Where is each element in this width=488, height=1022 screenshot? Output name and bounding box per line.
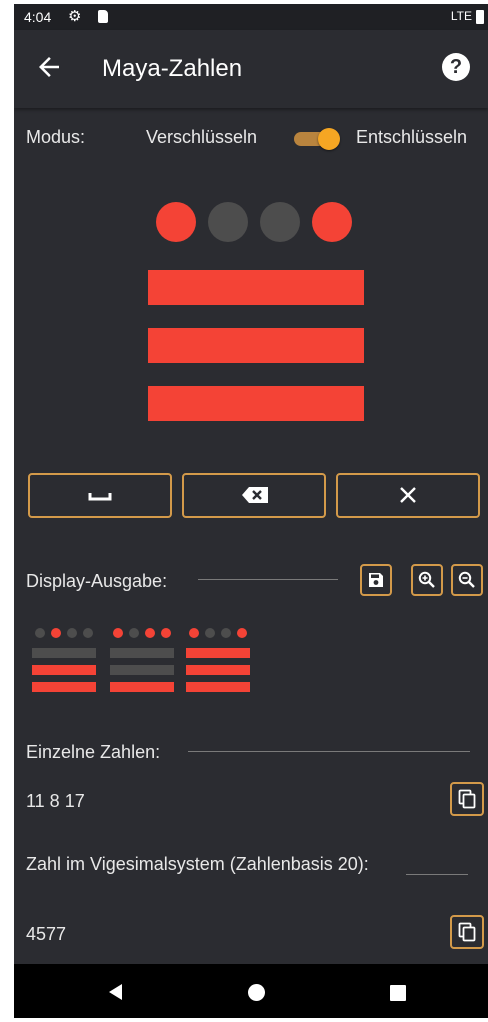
maya-bar[interactable] — [148, 386, 364, 421]
maya-bar — [110, 682, 174, 692]
status-time: 4:04 — [24, 9, 52, 25]
mode-decrypt-label[interactable]: Entschlüsseln — [356, 127, 467, 148]
vigesimal-value: 4577 — [26, 924, 67, 944]
maya-glyph-output — [110, 628, 174, 694]
single-numbers-label: Einzelne Zahlen: — [26, 742, 161, 762]
maya-dot — [237, 628, 247, 638]
copy-vigesimal-button[interactable] — [450, 915, 484, 949]
app-bar: Maya-Zahlen ? — [14, 30, 488, 108]
maya-bar — [32, 665, 96, 675]
copy-icon — [458, 922, 476, 942]
nav-home-icon[interactable] — [248, 984, 265, 1001]
zoom-out-button[interactable] — [451, 564, 483, 596]
save-button[interactable] — [360, 564, 392, 596]
maya-glyph-output — [186, 628, 250, 694]
settings-status-icon: ⚙ — [68, 8, 82, 25]
maya-bar[interactable] — [148, 270, 364, 305]
maya-bar[interactable] — [148, 328, 364, 363]
maya-bar — [32, 648, 96, 658]
mode-toggle-switch[interactable] — [294, 128, 340, 150]
maya-dot — [161, 628, 171, 638]
save-icon — [369, 573, 383, 587]
network-status: LTE — [450, 9, 472, 23]
backspace-button[interactable] — [182, 473, 326, 518]
mode-encrypt-label[interactable]: Verschlüsseln — [146, 127, 257, 148]
display-output-label: Display-Ausgabe: — [26, 571, 168, 591]
zoom-out-icon — [458, 571, 475, 588]
back-arrow-icon[interactable] — [34, 52, 64, 82]
maya-dot — [221, 628, 231, 638]
app-title: Maya-Zahlen — [102, 55, 243, 82]
nav-recents-icon[interactable] — [390, 985, 406, 1001]
single-numbers-value: 11 8 17 — [26, 791, 85, 811]
maya-bar — [186, 682, 250, 692]
toggle-thumb[interactable] — [318, 128, 340, 150]
copy-icon — [458, 789, 476, 809]
help-icon[interactable]: ? — [442, 53, 470, 81]
vigesimal-label: Zahl im Vigesimalsystem (Zahlenbasis 20)… — [26, 854, 369, 874]
maya-dot — [35, 628, 45, 638]
divider — [198, 579, 338, 580]
divider — [406, 874, 468, 875]
maya-bar — [110, 665, 174, 675]
maya-dot — [67, 628, 77, 638]
maya-dot[interactable] — [312, 202, 352, 242]
maya-bar — [110, 648, 174, 658]
maya-dot — [189, 628, 199, 638]
maya-bar — [186, 648, 250, 658]
space-bar-icon — [88, 493, 112, 501]
maya-dot — [83, 628, 93, 638]
maya-dot — [129, 628, 139, 638]
divider — [188, 751, 470, 752]
maya-bar — [186, 665, 250, 675]
copy-single-numbers-button[interactable] — [450, 782, 484, 816]
close-icon — [400, 487, 416, 503]
maya-dot — [113, 628, 123, 638]
maya-dot[interactable] — [260, 202, 300, 242]
maya-dot[interactable] — [208, 202, 248, 242]
status-bar: 4:04 ⚙ LTE — [14, 4, 488, 30]
sd-card-icon — [98, 10, 108, 23]
maya-dot — [51, 628, 61, 638]
maya-glyph-input[interactable] — [148, 202, 364, 422]
phone-screen: 4:04 ⚙ LTE Maya-Zahlen ? Modus: Verschlü… — [14, 4, 488, 1018]
maya-glyph-output — [32, 628, 96, 694]
mode-label: Modus: — [26, 127, 86, 147]
battery-icon — [476, 10, 484, 24]
maya-dot — [145, 628, 155, 638]
backspace-icon — [242, 487, 268, 503]
zoom-in-button[interactable] — [411, 564, 443, 596]
maya-bar — [32, 682, 96, 692]
space-button[interactable] — [28, 473, 172, 518]
nav-back-icon[interactable] — [106, 982, 126, 1002]
zoom-in-icon — [418, 571, 435, 588]
maya-dot[interactable] — [156, 202, 196, 242]
navigation-bar — [14, 964, 488, 1018]
clear-button[interactable] — [336, 473, 480, 518]
maya-dot — [205, 628, 215, 638]
